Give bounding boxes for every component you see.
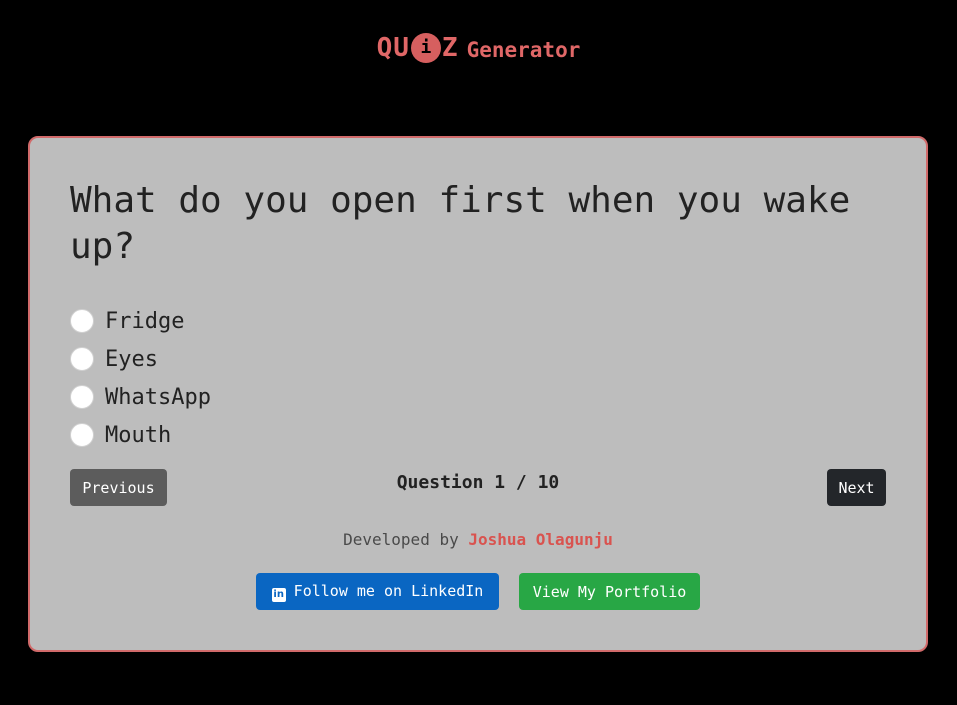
option-fridge[interactable]: Fridge xyxy=(70,302,211,340)
portfolio-button[interactable]: View My Portfolio xyxy=(519,573,700,610)
question-text: What do you open first when you wake up? xyxy=(70,180,851,267)
app-header: QU i Z Generator xyxy=(0,30,957,64)
logo-suffix: Z xyxy=(441,32,459,63)
option-label: Fridge xyxy=(105,308,185,334)
logo-prefix: QU xyxy=(376,32,410,63)
next-button[interactable]: Next xyxy=(827,469,886,506)
answer-options: Fridge Eyes WhatsApp Mouth xyxy=(70,302,211,454)
developed-by-text: Developed by xyxy=(343,530,459,549)
option-eyes[interactable]: Eyes xyxy=(70,340,211,378)
app-logo: QU i Z xyxy=(377,31,459,65)
linkedin-button[interactable]: in Follow me on LinkedIn xyxy=(256,573,499,610)
option-label: WhatsApp xyxy=(105,384,211,410)
logo-i-icon: i xyxy=(410,32,441,63)
question-counter: Question 1 / 10 xyxy=(396,472,560,493)
linkedin-icon: in xyxy=(271,587,286,602)
app-subtitle: Generator xyxy=(466,37,581,62)
option-radio[interactable] xyxy=(70,347,94,371)
option-radio[interactable] xyxy=(70,385,94,409)
linkedin-label: Follow me on LinkedIn xyxy=(293,581,484,600)
option-radio[interactable] xyxy=(70,423,94,447)
quiz-card: What do you open first when you wake up?… xyxy=(28,136,928,652)
developer-credit: Developed by Joshua Olagunju xyxy=(30,530,926,549)
option-mouth[interactable]: Mouth xyxy=(70,416,211,454)
option-label: Eyes xyxy=(105,346,158,372)
option-whatsapp[interactable]: WhatsApp xyxy=(70,378,211,416)
option-radio[interactable] xyxy=(70,309,94,333)
option-label: Mouth xyxy=(105,422,172,448)
author-link[interactable]: Joshua Olagunju xyxy=(468,530,613,549)
